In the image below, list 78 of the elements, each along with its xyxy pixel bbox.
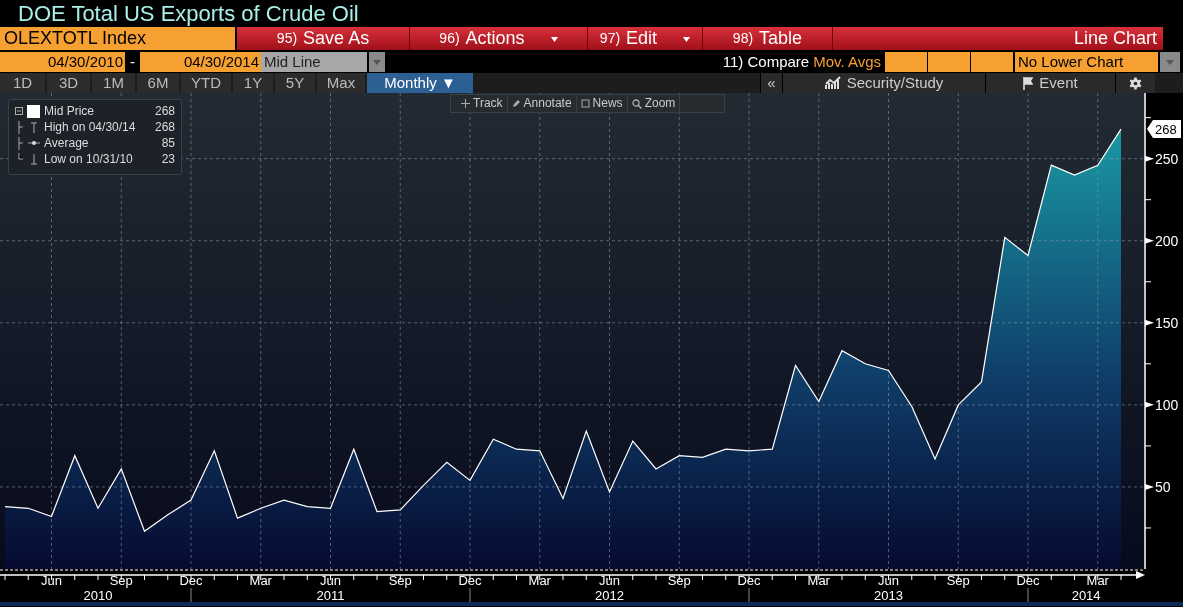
- legend-label: Mid Price: [44, 103, 94, 120]
- axis-label: Mar: [807, 573, 830, 588]
- date-field[interactable]: 04/30/2014: [140, 52, 261, 72]
- lower-chart-field[interactable]: No Lower Chart: [1015, 52, 1158, 72]
- security-study-button[interactable]: Security/Study: [782, 73, 985, 93]
- year-label: 2010: [83, 588, 113, 603]
- legend-value: 85: [161, 135, 175, 152]
- axis-label: Dec: [1016, 573, 1040, 588]
- chart-tool-button[interactable]: Annotate: [507, 95, 577, 112]
- year-label: 2014: [1071, 588, 1101, 603]
- axis-label: Jun: [41, 573, 62, 588]
- period-button[interactable]: 1D: [0, 73, 45, 93]
- moving-averages-label[interactable]: Mov. Avgs: [813, 52, 881, 72]
- input-field[interactable]: [885, 52, 927, 72]
- period-button[interactable]: 3D: [47, 73, 90, 93]
- average-marker-icon: [15, 136, 41, 150]
- line-type-field[interactable]: Mid Line: [261, 52, 367, 72]
- menu-button[interactable]: 95) Save As: [237, 27, 410, 50]
- axis-label: 200: [1155, 232, 1179, 249]
- date-field[interactable]: 04/30/2010: [0, 52, 125, 72]
- period-button[interactable]: 1Y: [233, 73, 273, 93]
- series-swatch-icon: [15, 104, 41, 118]
- legend-label: Low on 10/31/10: [44, 151, 133, 168]
- collapse-button[interactable]: «: [760, 73, 782, 93]
- menu-button[interactable]: 97) Edit: [588, 27, 703, 50]
- menu-button[interactable]: 98) Table: [703, 27, 833, 50]
- axis-label: 100: [1155, 396, 1179, 413]
- period-button[interactable]: Max: [317, 73, 365, 93]
- period-button[interactable]: Monthly ▼: [367, 73, 473, 93]
- axis-label: Sep: [667, 573, 691, 588]
- legend-label: High on 04/30/14: [44, 119, 136, 136]
- last-value-tag: 268: [1147, 120, 1181, 139]
- flag-icon: [1023, 76, 1034, 90]
- axis-label: Mar: [1086, 573, 1109, 588]
- axis-label: 150: [1155, 314, 1179, 331]
- year-label: 2011: [316, 588, 345, 603]
- settings-icon: [1129, 76, 1142, 90]
- period-button[interactable]: 5Y: [275, 73, 315, 93]
- legend-value: 268: [154, 119, 175, 136]
- period-button[interactable]: 6M: [137, 73, 179, 93]
- pencil-icon: [511, 99, 521, 108]
- chart-tool-button[interactable]: Zoom: [627, 95, 681, 112]
- menu-button[interactable]: 96) Actions: [410, 27, 588, 50]
- search-icon: [631, 98, 642, 109]
- input-field[interactable]: [971, 52, 1013, 72]
- date-separator: -: [129, 52, 136, 72]
- axis-label: Sep: [388, 573, 412, 588]
- axis-label: Dec: [737, 573, 761, 588]
- axis-label: 250: [1155, 150, 1179, 167]
- axis-label: Jun: [320, 573, 341, 588]
- legend-value: 268: [154, 103, 175, 120]
- period-button[interactable]: YTD: [181, 73, 231, 93]
- axis-label: Mar: [249, 573, 272, 588]
- settings-button[interactable]: [1115, 73, 1155, 93]
- axis-label: Dec: [179, 573, 203, 588]
- axis-label: Dec: [458, 573, 482, 588]
- security-field[interactable]: OLEXTOTL Index: [0, 27, 235, 50]
- legend-label: Average: [44, 135, 89, 152]
- axis-label: Sep: [946, 573, 970, 588]
- period-button[interactable]: 1M: [92, 73, 135, 93]
- chart-tool-button[interactable]: Track: [457, 95, 508, 112]
- axis-label: Mar: [528, 573, 551, 588]
- year-label: 2013: [874, 588, 903, 603]
- event-button[interactable]: Event: [985, 73, 1115, 93]
- axis-label: Sep: [109, 573, 133, 588]
- axis-label: Jun: [878, 573, 899, 588]
- chart-type-label: Line Chart: [1073, 27, 1158, 50]
- axis-label: Jun: [599, 573, 620, 588]
- chart-tool-button[interactable]: News: [576, 95, 628, 112]
- legend-value: 23: [161, 151, 175, 168]
- compare-label[interactable]: 11) Compare: [722, 52, 810, 72]
- axis-label: 50: [1155, 478, 1171, 495]
- chart-icon: [824, 76, 841, 90]
- document-icon: [580, 99, 590, 108]
- input-field[interactable]: [928, 52, 970, 72]
- crosshair-icon: [461, 99, 470, 108]
- chart-title: DOE Total US Exports of Crude Oil: [18, 1, 359, 26]
- year-label: 2012: [595, 588, 624, 603]
